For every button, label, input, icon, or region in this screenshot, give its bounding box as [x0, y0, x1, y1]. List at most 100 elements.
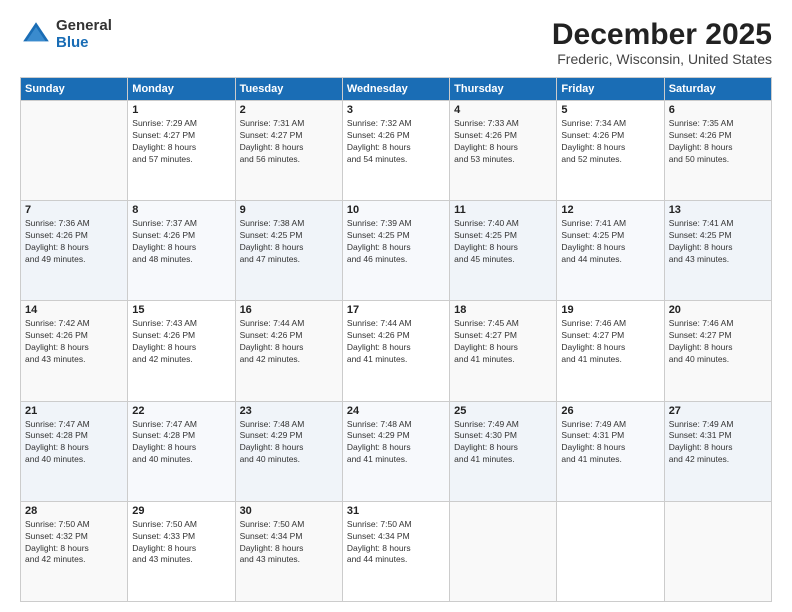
- table-row: 27 Sunrise: 7:49 AM Sunset: 4:31 PM Dayli…: [664, 401, 771, 501]
- page: General Blue December 2025 Frederic, Wis…: [0, 0, 792, 612]
- day-info: Sunrise: 7:31 AM Sunset: 4:27 PM Dayligh…: [240, 118, 338, 166]
- day-number: 6: [669, 104, 767, 116]
- table-row: 29Sunrise: 7:50 AM Sunset: 4:33 PM Dayli…: [128, 501, 235, 601]
- day-number: 16: [240, 304, 338, 316]
- table-row: 17Sunrise: 7:44 AM Sunset: 4:26 PM Dayli…: [342, 301, 449, 401]
- day-number: 3: [347, 104, 445, 116]
- day-info: Sunrise: 7:39 AM Sunset: 4:25 PM Dayligh…: [347, 218, 445, 266]
- table-row: [450, 501, 557, 601]
- day-info: Sunrise: 7:41 AM Sunset: 4:25 PM Dayligh…: [561, 218, 659, 266]
- day-info: Sunrise: 7:50 AM Sunset: 4:34 PM Dayligh…: [347, 519, 445, 567]
- day-info: Sunrise: 7:32 AM Sunset: 4:26 PM Dayligh…: [347, 118, 445, 166]
- table-row: 14 Sunrise: 7:42 AM Sunset: 4:26 PM Dayli…: [21, 301, 128, 401]
- day-info: Sunrise: 7:46 AM Sunset: 4:27 PM Dayligh…: [669, 318, 767, 366]
- title-block: December 2025 Frederic, Wisconsin, Unite…: [552, 18, 772, 67]
- day-info: Sunrise: 7:48 AM Sunset: 4:29 PM Dayligh…: [347, 419, 445, 467]
- main-title: December 2025: [552, 18, 772, 51]
- day-info: Sunrise: 7:48 AM Sunset: 4:29 PM Dayligh…: [240, 419, 338, 467]
- day-number: 24: [347, 405, 445, 417]
- table-row: 1Sunrise: 7:29 AM Sunset: 4:27 PM Daylig…: [128, 101, 235, 201]
- day-number: 25: [454, 405, 552, 417]
- day-info: Sunrise: 7:50 AM Sunset: 4:34 PM Dayligh…: [240, 519, 338, 567]
- table-row: 22 Sunrise: 7:47 AM Sunset: 4:28 PM Dayli…: [128, 401, 235, 501]
- day-number: 13: [669, 204, 767, 216]
- calendar-week-3: 21 Sunrise: 7:47 AM Sunset: 4:28 PM Dayli…: [21, 401, 772, 501]
- day-number: 27: [669, 405, 767, 417]
- table-row: 12Sunrise: 7:41 AM Sunset: 4:25 PM Dayli…: [557, 201, 664, 301]
- day-number: 7: [25, 204, 123, 216]
- day-info: Sunrise: 7:49 AM Sunset: 4:30 PM Dayligh…: [454, 419, 552, 467]
- day-number: 2: [240, 104, 338, 116]
- table-row: 9Sunrise: 7:38 AM Sunset: 4:25 PM Daylig…: [235, 201, 342, 301]
- day-number: 19: [561, 304, 659, 316]
- calendar-week-4: 28 Sunrise: 7:50 AM Sunset: 4:32 PM Dayli…: [21, 501, 772, 601]
- table-row: 11Sunrise: 7:40 AM Sunset: 4:25 PM Dayli…: [450, 201, 557, 301]
- table-row: 15 Sunrise: 7:43 AM Sunset: 4:26 PM Dayli…: [128, 301, 235, 401]
- day-info: Sunrise: 7:49 AM Sunset: 4:31 PM Dayligh…: [669, 419, 767, 467]
- day-info: Sunrise: 7:44 AM Sunset: 4:26 PM Dayligh…: [240, 318, 338, 366]
- day-number: 21: [25, 405, 123, 417]
- day-info: Sunrise: 7:36 AM Sunset: 4:26 PM Dayligh…: [25, 218, 123, 266]
- day-info: Sunrise: 7:29 AM Sunset: 4:27 PM Dayligh…: [132, 118, 230, 166]
- day-info: Sunrise: 7:35 AM Sunset: 4:26 PM Dayligh…: [669, 118, 767, 166]
- table-row: 8 Sunrise: 7:37 AM Sunset: 4:26 PM Daylig…: [128, 201, 235, 301]
- day-number: 18: [454, 304, 552, 316]
- day-info: Sunrise: 7:50 AM Sunset: 4:33 PM Dayligh…: [132, 519, 230, 567]
- logo-icon: [20, 19, 52, 51]
- table-row: 4Sunrise: 7:33 AM Sunset: 4:26 PM Daylig…: [450, 101, 557, 201]
- table-row: 2 Sunrise: 7:31 AM Sunset: 4:27 PM Daylig…: [235, 101, 342, 201]
- day-number: 14: [25, 304, 123, 316]
- table-row: 19 Sunrise: 7:46 AM Sunset: 4:27 PM Dayli…: [557, 301, 664, 401]
- day-info: Sunrise: 7:42 AM Sunset: 4:26 PM Dayligh…: [25, 318, 123, 366]
- day-number: 22: [132, 405, 230, 417]
- day-info: Sunrise: 7:41 AM Sunset: 4:25 PM Dayligh…: [669, 218, 767, 266]
- table-row: [557, 501, 664, 601]
- day-number: 9: [240, 204, 338, 216]
- calendar-week-1: 7 Sunrise: 7:36 AM Sunset: 4:26 PM Daylig…: [21, 201, 772, 301]
- day-info: Sunrise: 7:43 AM Sunset: 4:26 PM Dayligh…: [132, 318, 230, 366]
- day-number: 11: [454, 204, 552, 216]
- calendar-table: Sunday Monday Tuesday Wednesday Thursday…: [20, 77, 772, 602]
- table-row: 24 Sunrise: 7:48 AM Sunset: 4:29 PM Dayli…: [342, 401, 449, 501]
- table-row: 3 Sunrise: 7:32 AM Sunset: 4:26 PM Daylig…: [342, 101, 449, 201]
- header-row: Sunday Monday Tuesday Wednesday Thursday…: [21, 78, 772, 101]
- table-row: 31 Sunrise: 7:50 AM Sunset: 4:34 PM Dayli…: [342, 501, 449, 601]
- day-number: 23: [240, 405, 338, 417]
- logo-general-text: General: [56, 18, 112, 35]
- day-info: Sunrise: 7:46 AM Sunset: 4:27 PM Dayligh…: [561, 318, 659, 366]
- logo: General Blue: [20, 18, 112, 51]
- table-row: 28 Sunrise: 7:50 AM Sunset: 4:32 PM Dayli…: [21, 501, 128, 601]
- day-info: Sunrise: 7:47 AM Sunset: 4:28 PM Dayligh…: [132, 419, 230, 467]
- day-number: 15: [132, 304, 230, 316]
- logo-text: General Blue: [56, 18, 112, 51]
- table-row: 21 Sunrise: 7:47 AM Sunset: 4:28 PM Dayli…: [21, 401, 128, 501]
- col-wednesday: Wednesday: [342, 78, 449, 101]
- day-number: 10: [347, 204, 445, 216]
- col-monday: Monday: [128, 78, 235, 101]
- col-tuesday: Tuesday: [235, 78, 342, 101]
- header: General Blue December 2025 Frederic, Wis…: [20, 18, 772, 67]
- day-number: 31: [347, 505, 445, 517]
- day-number: 8: [132, 204, 230, 216]
- table-row: 25 Sunrise: 7:49 AM Sunset: 4:30 PM Dayli…: [450, 401, 557, 501]
- calendar-week-0: 1Sunrise: 7:29 AM Sunset: 4:27 PM Daylig…: [21, 101, 772, 201]
- logo-blue-text: Blue: [56, 35, 112, 52]
- table-row: [21, 101, 128, 201]
- day-number: 5: [561, 104, 659, 116]
- table-row: 5Sunrise: 7:34 AM Sunset: 4:26 PM Daylig…: [557, 101, 664, 201]
- day-info: Sunrise: 7:37 AM Sunset: 4:26 PM Dayligh…: [132, 218, 230, 266]
- day-info: Sunrise: 7:47 AM Sunset: 4:28 PM Dayligh…: [25, 419, 123, 467]
- day-number: 30: [240, 505, 338, 517]
- col-sunday: Sunday: [21, 78, 128, 101]
- day-number: 26: [561, 405, 659, 417]
- day-info: Sunrise: 7:45 AM Sunset: 4:27 PM Dayligh…: [454, 318, 552, 366]
- table-row: 13 Sunrise: 7:41 AM Sunset: 4:25 PM Dayli…: [664, 201, 771, 301]
- subtitle: Frederic, Wisconsin, United States: [552, 51, 772, 67]
- day-number: 28: [25, 505, 123, 517]
- calendar-week-2: 14 Sunrise: 7:42 AM Sunset: 4:26 PM Dayli…: [21, 301, 772, 401]
- table-row: [664, 501, 771, 601]
- day-info: Sunrise: 7:44 AM Sunset: 4:26 PM Dayligh…: [347, 318, 445, 366]
- day-info: Sunrise: 7:50 AM Sunset: 4:32 PM Dayligh…: [25, 519, 123, 567]
- table-row: 30 Sunrise: 7:50 AM Sunset: 4:34 PM Dayli…: [235, 501, 342, 601]
- table-row: 7 Sunrise: 7:36 AM Sunset: 4:26 PM Daylig…: [21, 201, 128, 301]
